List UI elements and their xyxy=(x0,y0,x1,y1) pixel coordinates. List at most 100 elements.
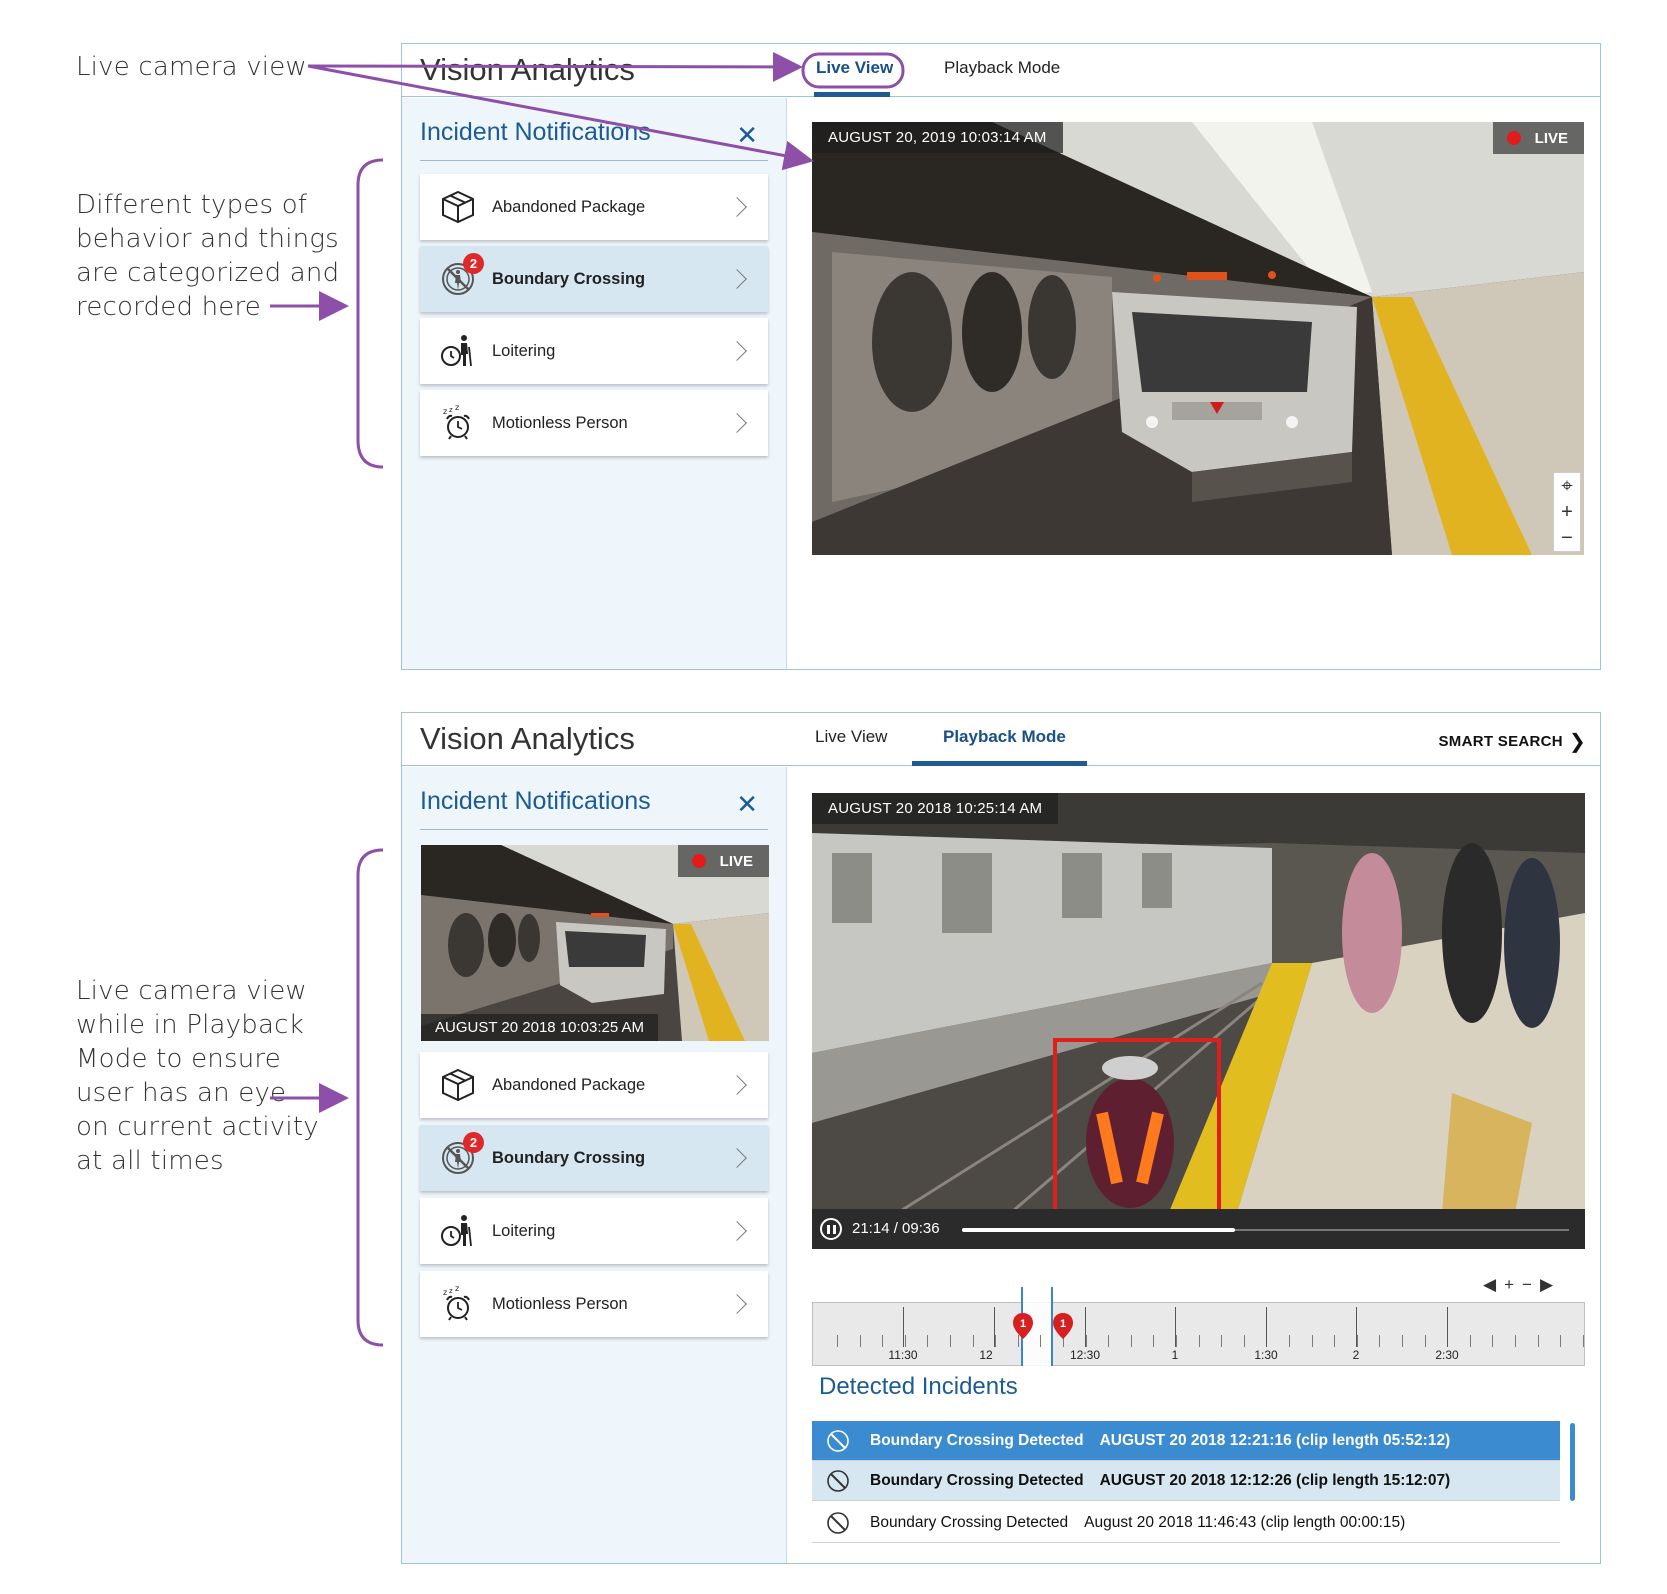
playback-mode-window: Vision Analytics Live View Playback Mode… xyxy=(401,712,1601,1564)
timeline-forward-icon[interactable]: ▶ xyxy=(1540,1275,1561,1294)
detected-incidents-title: Detected Incidents xyxy=(819,1373,1018,1400)
chevron-right-icon xyxy=(727,269,747,289)
zoom-in-button[interactable]: + xyxy=(1554,499,1580,525)
tab-playback-mode[interactable]: Playback Mode xyxy=(944,58,1060,78)
timeline-minor-tick xyxy=(1492,1335,1494,1347)
tab-live-view[interactable]: Live View xyxy=(815,727,887,747)
app-title: Vision Analytics xyxy=(420,721,635,756)
timeline-minor-tick xyxy=(1311,1335,1313,1347)
category-motionless-person[interactable]: zzz Motionless Person xyxy=(420,390,768,456)
category-loitering[interactable]: Loitering xyxy=(420,1198,768,1264)
timeline-minor-tick xyxy=(1289,1335,1290,1347)
category-boundary-crossing[interactable]: 2 Boundary Crossing xyxy=(420,246,768,312)
timeline-back-icon[interactable]: ◀ xyxy=(1483,1275,1504,1294)
category-abandoned-package[interactable]: Abandoned Package xyxy=(420,174,768,240)
timeline-zoom-out-icon[interactable]: − xyxy=(1522,1275,1540,1294)
sidebar-title: Incident Notifications xyxy=(420,787,651,815)
timeline[interactable]: 11:30 12 12:30 1 1:30 2 2:30 1 1 xyxy=(812,1287,1585,1366)
pause-icon[interactable] xyxy=(820,1218,842,1240)
timeline-label: 2:30 xyxy=(1435,1348,1459,1362)
category-loitering[interactable]: Loitering xyxy=(420,318,768,384)
sidebar-title: Incident Notifications xyxy=(420,118,651,146)
annotation-line: recorded here xyxy=(76,292,262,322)
timeline-major-tick xyxy=(1356,1307,1357,1347)
close-icon[interactable]: ✕ xyxy=(736,120,758,151)
timeline-minor-tick xyxy=(904,1335,906,1347)
locate-icon[interactable]: ⌖ xyxy=(1554,473,1580,499)
annotation-line: Live camera view xyxy=(76,976,307,1006)
video-timestamp: AUGUST 20, 2019 10:03:14 AM xyxy=(812,122,1063,153)
scrollbar[interactable] xyxy=(1570,1423,1575,1501)
timeline-minor-tick xyxy=(859,1335,861,1347)
playback-video[interactable]: AUGUST 20 2018 10:25:14 AM xyxy=(812,793,1585,1229)
incident-row[interactable]: Boundary Crossing Detected AUGUST 20 201… xyxy=(812,1421,1560,1461)
annotation-categories: Different types of behavior and things a… xyxy=(76,188,339,324)
record-dot-icon xyxy=(1506,131,1521,145)
incident-marker-icon[interactable]: 1 xyxy=(1013,1313,1033,1339)
package-icon xyxy=(440,189,476,225)
loitering-icon xyxy=(440,333,476,369)
no-entry-icon xyxy=(827,1511,849,1534)
incident-row[interactable]: Boundary Crossing Detected AUGUST 20 201… xyxy=(812,1461,1560,1501)
close-icon[interactable]: ✕ xyxy=(736,789,758,820)
tab-live-view[interactable]: Live View xyxy=(816,58,893,78)
annotation-line: Different types of xyxy=(76,190,308,220)
progress-track[interactable] xyxy=(962,1228,1569,1232)
timeline-minor-tick xyxy=(1198,1335,1200,1347)
timeline-major-tick xyxy=(1085,1307,1086,1347)
zoom-controls: ⌖ + − xyxy=(1553,472,1581,552)
annotation-line: user has an eye xyxy=(76,1078,287,1108)
svg-text:z: z xyxy=(455,405,459,412)
timeline-zoom-in-icon[interactable]: + xyxy=(1504,1275,1522,1294)
category-boundary-crossing[interactable]: 2 Boundary Crossing xyxy=(420,1125,768,1191)
live-camera-feed[interactable]: AUGUST 20, 2019 10:03:14 AM LIVE ⌖ + − xyxy=(812,122,1584,555)
smart-search-button[interactable]: SMART SEARCH ❯ xyxy=(1438,727,1587,753)
package-icon xyxy=(440,1067,476,1103)
notification-badge: 2 xyxy=(463,253,484,274)
annotation-line: on current activity xyxy=(76,1112,319,1142)
incident-marker-icon[interactable]: 1 xyxy=(1053,1313,1073,1339)
chevron-right-icon: ❯ xyxy=(1568,731,1586,753)
chevron-right-icon xyxy=(727,1075,747,1095)
incident-row[interactable]: Boundary Crossing Detected August 20 201… xyxy=(812,1503,1560,1543)
timeline-controls: ◀+−▶ xyxy=(1483,1275,1561,1295)
timeline-minor-tick xyxy=(1424,1335,1426,1347)
annotation-line: are categorized and xyxy=(76,258,340,288)
category-abandoned-package[interactable]: Abandoned Package xyxy=(420,1052,768,1118)
timeline-minor-tick xyxy=(950,1335,951,1347)
timeline-label: 2 xyxy=(1352,1348,1360,1362)
timeline-minor-tick xyxy=(1334,1335,1336,1347)
category-label: Abandoned Package xyxy=(492,1075,646,1094)
svg-text:z: z xyxy=(449,406,453,414)
detection-box xyxy=(1053,1038,1221,1218)
incident-detail: AUGUST 20 2018 12:12:26 (clip length 15:… xyxy=(1099,1471,1451,1489)
timeline-minor-tick xyxy=(972,1335,974,1347)
progress-fill xyxy=(962,1228,1236,1232)
category-label: Loitering xyxy=(492,341,556,360)
alarm-clock-icon: zzz xyxy=(440,1284,476,1322)
category-label: Boundary Crossing xyxy=(492,1148,646,1167)
category-label: Loitering xyxy=(492,1221,556,1240)
app-title: Vision Analytics xyxy=(420,52,635,87)
divider xyxy=(420,829,768,830)
chevron-right-icon xyxy=(727,1148,747,1168)
svg-text:1: 1 xyxy=(1020,1318,1026,1330)
category-motionless-person[interactable]: zzz Motionless Person xyxy=(420,1271,768,1337)
annotation-playback-live: Live camera view while in Playback Mode … xyxy=(76,974,319,1178)
timeline-minor-tick xyxy=(882,1335,884,1347)
chevron-right-icon xyxy=(727,1221,747,1241)
chevron-right-icon xyxy=(727,1294,747,1314)
zoom-out-button[interactable]: − xyxy=(1554,525,1580,551)
alarm-clock-icon: zzz xyxy=(440,403,476,441)
timeline-major-tick xyxy=(903,1307,904,1347)
live-view-window: Vision Analytics Live View Playback Mode… xyxy=(401,43,1601,670)
live-indicator: LIVE xyxy=(1492,122,1584,154)
smart-search-label: SMART SEARCH xyxy=(1438,733,1563,750)
annotation-line: behavior and things xyxy=(76,224,339,254)
tab-playback-mode[interactable]: Playback Mode xyxy=(943,727,1066,747)
timeline-minor-tick xyxy=(1560,1335,1562,1347)
divider xyxy=(420,160,768,161)
live-thumbnail-feed[interactable]: LIVE AUGUST 20 2018 10:03:25 AM xyxy=(421,845,769,1041)
annotation-line: Mode to ensure xyxy=(76,1044,281,1074)
live-indicator: LIVE xyxy=(677,845,769,877)
